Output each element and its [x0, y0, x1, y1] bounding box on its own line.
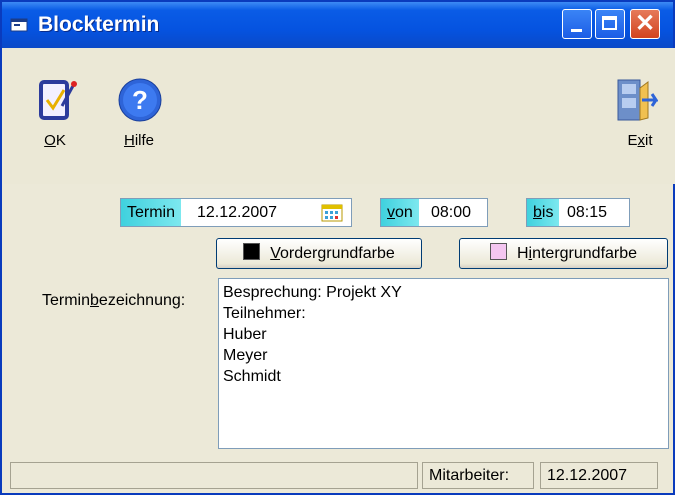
description-label: Terminbezeichnung: [42, 292, 186, 309]
status-panel-empty [10, 462, 418, 489]
toolbar: OK ? Hilfe Exit [4, 48, 675, 184]
close-button[interactable]: ✕ [630, 9, 660, 39]
clipboard-check-icon [39, 80, 77, 120]
bis-caption: bis [527, 199, 560, 226]
exit-label: Exit [627, 132, 653, 149]
exit-door-icon [617, 79, 658, 121]
dialog-window: Blocktermin ✕ OK ? Hilfe Exit Termin 12.… [0, 0, 675, 495]
window-title: Blocktermin [38, 13, 160, 36]
status-employee-label: Mitarbeiter: [422, 462, 534, 489]
title-bar[interactable]: Blocktermin ✕ [2, 2, 673, 48]
close-icon: ✕ [634, 10, 656, 37]
termin-caption: Termin [121, 199, 182, 226]
foreground-color-swatch [243, 243, 261, 260]
window-app-icon [10, 18, 28, 32]
von-time-value: 08:00 [431, 204, 472, 221]
bis-time-field[interactable]: bis 08:15 [526, 198, 630, 227]
minimize-button[interactable] [562, 9, 592, 39]
ok-label: OK [44, 132, 66, 149]
help-label: Hilfe [124, 132, 155, 149]
help-button[interactable]: ? Hilfe [110, 78, 170, 158]
background-color-button[interactable]: Hintergrundfarbe [459, 238, 668, 269]
foreground-color-button[interactable]: Vordergrundfarbe [216, 238, 422, 269]
bis-time-value: 08:15 [567, 204, 608, 221]
exit-button[interactable]: Exit [608, 78, 664, 158]
status-date: 12.12.2007 [540, 462, 658, 489]
help-icon: ? [118, 78, 162, 122]
von-caption: von [381, 199, 419, 226]
von-time-field[interactable]: von 08:00 [380, 198, 488, 227]
calendar-icon[interactable] [321, 204, 343, 222]
description-textarea[interactable]: Besprechung: Projekt XY Teilnehmer: Hube… [218, 278, 669, 449]
minimize-icon [571, 29, 582, 32]
maximize-icon [602, 16, 617, 30]
ok-button[interactable]: OK [30, 78, 80, 158]
termin-date-value: 12.12.2007 [197, 204, 278, 221]
svg-text:?: ? [132, 85, 148, 115]
termin-date-field[interactable]: Termin 12.12.2007 [120, 198, 352, 227]
maximize-button[interactable] [595, 9, 625, 39]
background-color-swatch [489, 243, 507, 260]
